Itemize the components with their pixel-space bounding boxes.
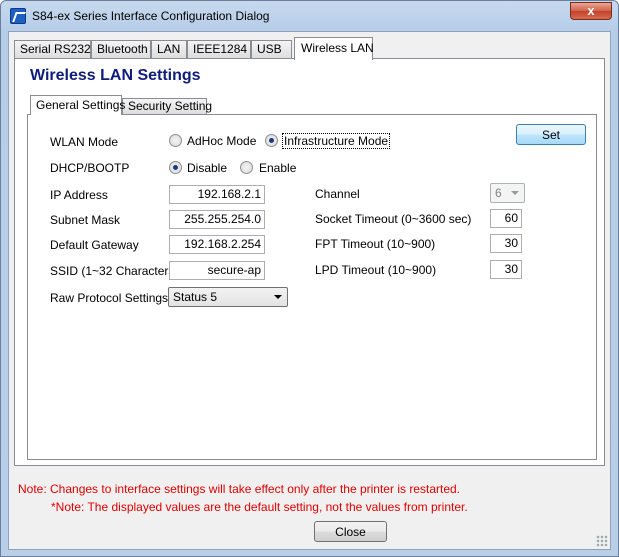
dhcp-disable-label[interactable]: Disable — [187, 161, 227, 175]
raw-protocol-select[interactable]: Status 5 — [168, 287, 288, 307]
wireless-lan-panel: Wireless LAN Settings General Settings S… — [14, 58, 605, 466]
wlan-mode-label: WLAN Mode — [50, 135, 119, 149]
chevron-down-icon — [274, 295, 282, 299]
window-title: S84-ex Series Interface Configuration Di… — [32, 9, 270, 23]
tab-security-setting[interactable]: Security Setting — [122, 98, 212, 115]
restart-note: Note: Changes to interface settings will… — [18, 482, 461, 496]
channel-select: 6 — [490, 183, 525, 203]
socket-timeout-label: Socket Timeout (0~3600 sec) — [315, 212, 472, 226]
socket-timeout-input[interactable]: 60 — [490, 209, 522, 228]
tab-bluetooth[interactable]: Bluetooth — [91, 40, 151, 59]
ip-address-label: IP Address — [50, 188, 108, 202]
dhcp-enable-label[interactable]: Enable — [259, 161, 296, 175]
fpt-timeout-input[interactable]: 30 — [490, 234, 522, 253]
window-close-button[interactable]: x — [570, 2, 612, 20]
title-bar[interactable]: S84-ex Series Interface Configuration Di… — [1, 1, 618, 31]
dhcp-bootp-label: DHCP/BOOTP — [50, 161, 130, 175]
tab-usb[interactable]: USB — [251, 40, 292, 59]
fpt-timeout-label: FPT Timeout (10~900) — [315, 237, 436, 251]
ip-address-input[interactable]: 192.168.2.1 — [169, 185, 265, 204]
tab-ieee1284[interactable]: IEEE1284 — [187, 40, 251, 59]
raw-protocol-value: Status 5 — [173, 290, 218, 304]
lpd-timeout-input[interactable]: 30 — [490, 260, 522, 279]
dhcp-enable-radio[interactable] — [240, 161, 253, 174]
dhcp-disable-radio[interactable] — [169, 161, 182, 174]
tab-serial-rs232[interactable]: Serial RS232 — [14, 40, 91, 59]
infrastructure-mode-label[interactable]: Infrastructure Mode — [282, 133, 391, 149]
adhoc-mode-radio[interactable] — [169, 134, 182, 147]
dialog-client-area: Serial RS232 Bluetooth LAN IEEE1284 USB … — [8, 31, 611, 550]
lpd-timeout-label: LPD Timeout (10~900) — [315, 263, 437, 277]
default-gateway-input[interactable]: 192.168.2.254 — [169, 235, 265, 254]
dialog-window: S84-ex Series Interface Configuration Di… — [0, 0, 619, 557]
close-button[interactable]: Close — [314, 521, 387, 542]
subnet-mask-input[interactable]: 255.255.254.0 — [169, 210, 265, 229]
tab-lan[interactable]: LAN — [151, 40, 187, 59]
set-button[interactable]: Set — [516, 124, 586, 145]
tab-general-settings[interactable]: General Settings — [30, 95, 125, 115]
infrastructure-mode-radio[interactable] — [265, 134, 278, 147]
app-icon — [10, 8, 26, 24]
ssid-label: SSID (1~32 Characters) — [50, 264, 179, 278]
resize-grip-icon[interactable] — [596, 535, 608, 547]
page-title: Wireless LAN Settings — [30, 67, 201, 84]
channel-value: 6 — [495, 186, 502, 200]
channel-label: Channel — [315, 187, 360, 201]
chevron-down-icon — [511, 191, 519, 195]
general-settings-panel: WLAN Mode AdHoc Mode Infrastructure Mode… — [27, 114, 597, 460]
raw-protocol-label: Raw Protocol Settings — [50, 291, 169, 305]
tab-wireless-lan[interactable]: Wireless LAN — [294, 37, 374, 60]
subnet-mask-label: Subnet Mask — [50, 213, 121, 227]
ssid-input[interactable]: secure-ap — [169, 261, 265, 280]
default-values-note: *Note: The displayed values are the defa… — [51, 500, 468, 514]
default-gateway-label: Default Gateway — [50, 238, 139, 252]
adhoc-mode-label[interactable]: AdHoc Mode — [187, 134, 256, 148]
